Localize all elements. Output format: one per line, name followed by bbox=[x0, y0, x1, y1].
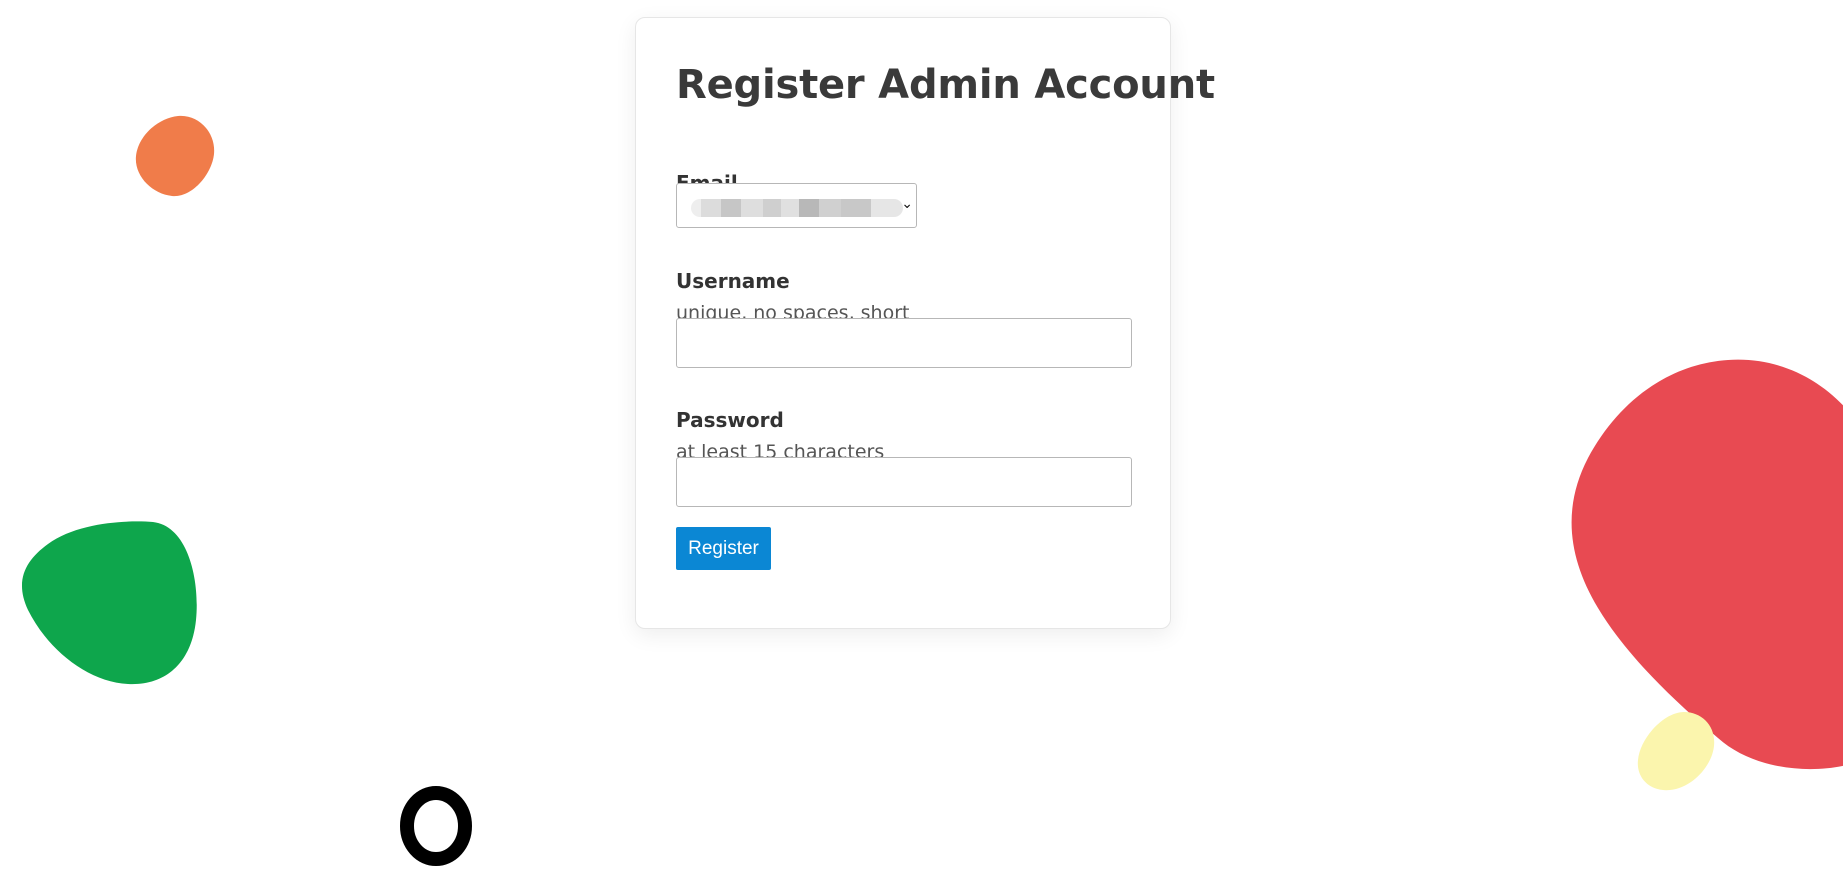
page-background: Register Admin Account Email ⌄ Username … bbox=[0, 0, 1843, 884]
email-selected-value bbox=[691, 199, 903, 217]
password-input[interactable] bbox=[676, 457, 1132, 507]
decorative-green-blob bbox=[21, 521, 197, 685]
username-input[interactable] bbox=[676, 318, 1132, 368]
email-select[interactable]: ⌄ bbox=[676, 183, 917, 228]
decorative-black-ring bbox=[400, 786, 472, 866]
decorative-orange-blob bbox=[135, 115, 215, 197]
chevron-down-icon: ⌄ bbox=[901, 196, 913, 212]
register-button[interactable]: Register bbox=[676, 527, 771, 570]
page-title: Register Admin Account bbox=[676, 62, 1215, 108]
register-card: Register Admin Account Email ⌄ Username … bbox=[635, 17, 1215, 629]
decorative-yellow-blob bbox=[1637, 712, 1715, 791]
username-label: Username bbox=[676, 269, 790, 293]
password-label: Password bbox=[676, 408, 784, 432]
